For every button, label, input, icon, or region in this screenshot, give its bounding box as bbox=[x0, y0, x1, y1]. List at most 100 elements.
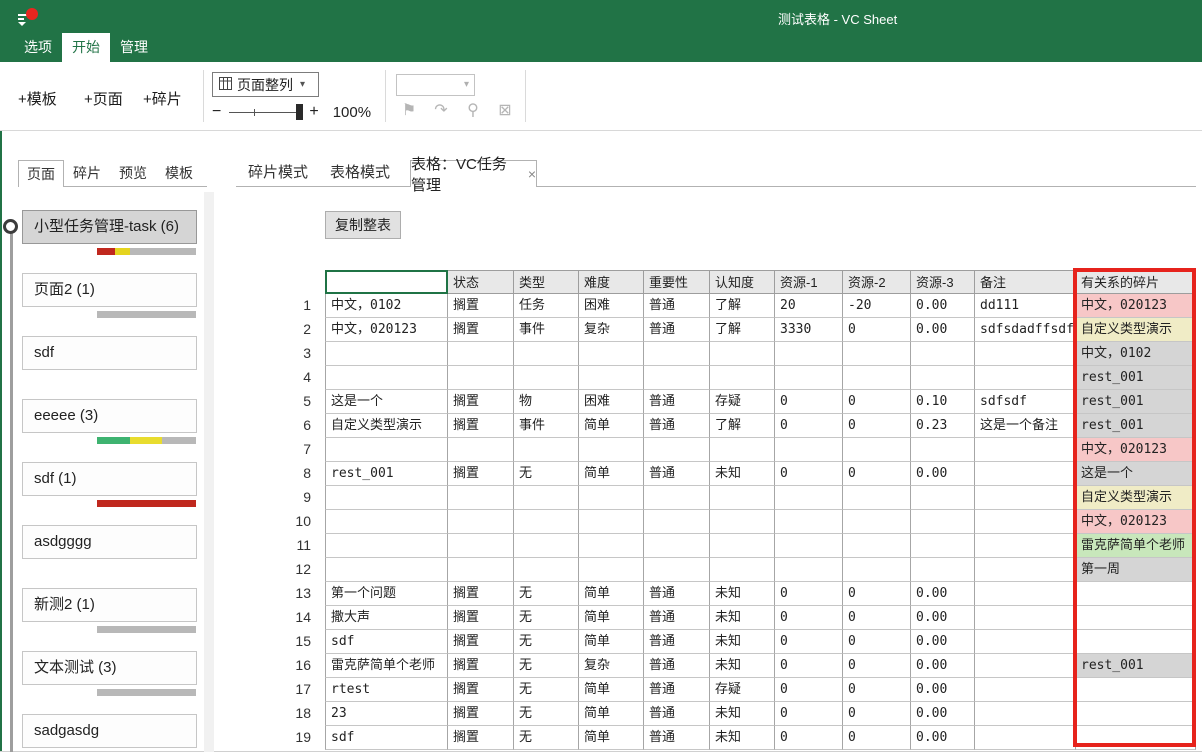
related-fragment-cell[interactable]: rest_001 bbox=[1076, 366, 1196, 390]
sidebar-item-label[interactable]: eeeee (3) bbox=[22, 399, 197, 433]
table-cell[interactable] bbox=[448, 486, 514, 510]
table-cell[interactable]: 0 bbox=[775, 582, 843, 606]
table-cell[interactable] bbox=[975, 654, 1076, 678]
table-cell[interactable]: 了解 bbox=[710, 414, 775, 438]
table-cell[interactable]: 自定义类型演示 bbox=[325, 414, 448, 438]
menu-tab-manage[interactable]: 管理 bbox=[110, 33, 158, 62]
sidebar-page-item[interactable]: 文本测试 (3) bbox=[22, 651, 197, 696]
table-cell[interactable] bbox=[843, 366, 911, 390]
table-cell[interactable] bbox=[911, 558, 975, 582]
table-cell[interactable] bbox=[644, 558, 710, 582]
table-cell[interactable]: sdfsdf bbox=[975, 390, 1076, 414]
table-cell[interactable] bbox=[644, 510, 710, 534]
row-number[interactable]: 15 bbox=[280, 630, 325, 654]
table-cell[interactable]: 普通 bbox=[644, 414, 710, 438]
table-cell[interactable]: 普通 bbox=[644, 582, 710, 606]
related-fragment-cell[interactable] bbox=[1076, 606, 1196, 630]
table-cell[interactable]: 这是一个 bbox=[325, 390, 448, 414]
related-fragment-cell[interactable]: rest_001 bbox=[1076, 414, 1196, 438]
related-fragment-cell[interactable]: 雷克萨简单个老师 bbox=[1076, 534, 1196, 558]
copy-table-button[interactable]: 复制整表 bbox=[325, 211, 401, 239]
table-cell[interactable]: 0.00 bbox=[911, 702, 975, 726]
table-cell[interactable] bbox=[448, 438, 514, 462]
table-cell[interactable] bbox=[843, 486, 911, 510]
table-cell[interactable]: 搁置 bbox=[448, 390, 514, 414]
table-cell[interactable] bbox=[325, 486, 448, 510]
row-number[interactable]: 1 bbox=[280, 294, 325, 318]
table-cell[interactable] bbox=[911, 438, 975, 462]
table-cell[interactable] bbox=[448, 534, 514, 558]
table-cell[interactable]: 普通 bbox=[644, 630, 710, 654]
related-fragment-cell[interactable]: 中文，020123 bbox=[1076, 294, 1196, 318]
zoom-slider-thumb[interactable] bbox=[296, 104, 303, 120]
table-cell[interactable] bbox=[325, 510, 448, 534]
column-header[interactable]: 资源-1 bbox=[775, 270, 843, 294]
table-cell[interactable] bbox=[325, 558, 448, 582]
table-cell[interactable] bbox=[975, 462, 1076, 486]
sidebar-tab-preview[interactable]: 预览 bbox=[110, 160, 156, 187]
table-cell[interactable]: 简单 bbox=[579, 630, 644, 654]
table-cell[interactable] bbox=[710, 342, 775, 366]
table-cell[interactable]: 简单 bbox=[579, 462, 644, 486]
table-cell[interactable]: -20 bbox=[843, 294, 911, 318]
row-number[interactable]: 10 bbox=[280, 510, 325, 534]
table-cell[interactable] bbox=[325, 366, 448, 390]
table-cell[interactable]: 0 bbox=[843, 726, 911, 750]
row-number[interactable]: 12 bbox=[280, 558, 325, 582]
sidebar-tab-pages[interactable]: 页面 bbox=[18, 160, 64, 187]
table-cell[interactable]: rest_001 bbox=[325, 462, 448, 486]
table-cell[interactable] bbox=[975, 630, 1076, 654]
table-cell[interactable]: 0 bbox=[843, 318, 911, 342]
table-cell[interactable]: 0.00 bbox=[911, 318, 975, 342]
related-fragment-cell[interactable] bbox=[1076, 726, 1196, 750]
column-header[interactable]: 有关系的碎片 bbox=[1076, 270, 1196, 294]
row-number[interactable]: 5 bbox=[280, 390, 325, 414]
table-cell[interactable]: 未知 bbox=[710, 606, 775, 630]
table-cell[interactable] bbox=[843, 438, 911, 462]
table-cell[interactable]: 0 bbox=[843, 654, 911, 678]
table-cell[interactable]: 无 bbox=[514, 678, 579, 702]
table-cell[interactable]: 0 bbox=[843, 414, 911, 438]
table-cell[interactable] bbox=[975, 438, 1076, 462]
table-cell[interactable] bbox=[710, 510, 775, 534]
table-cell[interactable]: rtest bbox=[325, 678, 448, 702]
table-cell[interactable] bbox=[514, 366, 579, 390]
table-cell[interactable]: dd111 bbox=[975, 294, 1076, 318]
table-cell[interactable]: 无 bbox=[514, 582, 579, 606]
table-cell[interactable]: 未知 bbox=[710, 630, 775, 654]
table-cell[interactable] bbox=[710, 366, 775, 390]
table-cell[interactable]: 复杂 bbox=[579, 654, 644, 678]
table-cell[interactable]: 未知 bbox=[710, 462, 775, 486]
table-cell[interactable]: 0.23 bbox=[911, 414, 975, 438]
table-cell[interactable] bbox=[975, 342, 1076, 366]
table-cell[interactable]: 0 bbox=[775, 654, 843, 678]
sidebar-page-item[interactable]: sadgasdg bbox=[22, 714, 197, 748]
table-cell[interactable]: 了解 bbox=[710, 294, 775, 318]
sidebar-page-item[interactable]: sdf (1) bbox=[22, 462, 197, 507]
related-fragment-cell[interactable]: 中文，020123 bbox=[1076, 438, 1196, 462]
tab-table-mode[interactable]: 表格模式 bbox=[330, 160, 390, 187]
table-cell[interactable] bbox=[975, 678, 1076, 702]
sidebar-item-label[interactable]: sdf (1) bbox=[22, 462, 197, 496]
table-cell[interactable]: 普通 bbox=[644, 678, 710, 702]
table-cell[interactable] bbox=[514, 510, 579, 534]
sidebar-page-item[interactable]: sdf bbox=[22, 336, 197, 370]
row-number[interactable]: 17 bbox=[280, 678, 325, 702]
table-cell[interactable] bbox=[579, 342, 644, 366]
table-cell[interactable]: 0.00 bbox=[911, 606, 975, 630]
row-number[interactable]: 18 bbox=[280, 702, 325, 726]
table-cell[interactable]: 存疑 bbox=[710, 678, 775, 702]
table-cell[interactable] bbox=[579, 438, 644, 462]
row-number[interactable]: 14 bbox=[280, 606, 325, 630]
table-cell[interactable]: 无 bbox=[514, 630, 579, 654]
table-cell[interactable] bbox=[448, 366, 514, 390]
table-cell[interactable]: 这是一个备注 bbox=[975, 414, 1076, 438]
table-cell[interactable] bbox=[710, 558, 775, 582]
table-cell[interactable]: 中文，0102 bbox=[325, 294, 448, 318]
table-cell[interactable]: 撒大声 bbox=[325, 606, 448, 630]
table-cell[interactable] bbox=[843, 534, 911, 558]
column-header[interactable]: 难度 bbox=[579, 270, 644, 294]
table-cell[interactable]: 0 bbox=[843, 702, 911, 726]
table-cell[interactable] bbox=[775, 486, 843, 510]
sidebar-tab-templates[interactable]: 模板 bbox=[156, 160, 202, 187]
